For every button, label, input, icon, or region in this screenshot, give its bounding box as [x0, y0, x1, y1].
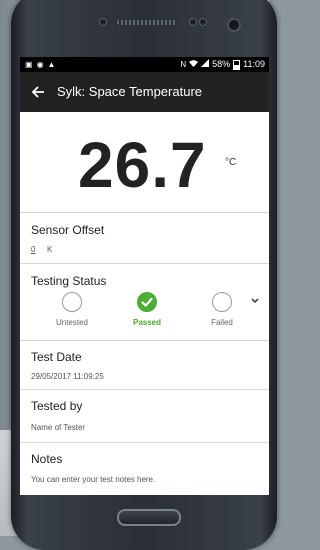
warning-notification-icon: ▲	[47, 60, 56, 69]
sync-notification-icon: ◉	[36, 60, 44, 69]
tested-by-section: Tested by Name of Tester	[20, 390, 269, 443]
check-icon	[137, 292, 157, 312]
untested-radio-icon	[62, 292, 82, 312]
chevron-down-icon	[251, 298, 259, 304]
passed-label: Passed	[132, 318, 162, 327]
tester-name-input[interactable]: Name of Tester	[31, 423, 85, 433]
sensor-dot	[189, 18, 197, 26]
notes-input[interactable]: You can enter your test notes here.	[31, 475, 155, 485]
testing-status-section: Testing Status Untested Passed Failed	[20, 264, 269, 341]
status-bar: ▣ ◉ ▲ N 58% 11:09	[20, 57, 269, 72]
test-date-label: Test Date	[31, 350, 82, 364]
back-button[interactable]	[26, 80, 50, 104]
sensor-dot	[99, 18, 107, 26]
status-time: 11:09	[243, 59, 265, 69]
page-title: Sylk: Space Temperature	[57, 84, 202, 99]
status-option-passed[interactable]: Passed	[117, 292, 177, 328]
status-option-failed[interactable]: Failed	[192, 292, 252, 328]
sensor-offset-unit: K	[47, 245, 53, 254]
test-date-value: 29/05/2017 11:09:25	[31, 372, 104, 381]
front-camera	[227, 18, 241, 32]
failed-radio-icon	[212, 292, 232, 312]
temperature-reading-panel: 26.7 °C	[20, 112, 269, 213]
nfc-icon: N	[180, 60, 187, 69]
battery-icon	[233, 59, 241, 70]
untested-label: Untested	[55, 318, 89, 327]
sensor-offset-label: Sensor Offset	[31, 223, 105, 237]
testing-status-label: Testing Status	[31, 274, 107, 288]
phone-screen: ▣ ◉ ▲ N 58% 11:09 Sylk: Space Temperatur…	[20, 57, 269, 495]
sensor-dot	[199, 18, 207, 26]
battery-percent: 58%	[212, 59, 231, 69]
app-bar: Sylk: Space Temperature	[20, 72, 269, 112]
failed-label: Failed	[211, 318, 233, 327]
image-notification-icon: ▣	[25, 60, 33, 69]
temperature-unit: °C	[225, 157, 237, 168]
notes-section: Notes You can enter your test notes here…	[20, 443, 269, 495]
temperature-value: 26.7	[78, 129, 207, 201]
home-button[interactable]	[117, 509, 181, 526]
tested-by-label: Tested by	[31, 399, 83, 413]
sensor-offset-section: Sensor Offset 0 K	[20, 213, 269, 264]
signal-icon	[201, 59, 210, 70]
wifi-icon	[189, 59, 199, 70]
notes-label: Notes	[31, 452, 63, 466]
back-arrow-icon	[31, 86, 44, 98]
test-date-section: Test Date 29/05/2017 11:09:25	[20, 341, 269, 390]
status-option-untested[interactable]: Untested	[42, 292, 102, 328]
sensor-offset-input[interactable]: 0	[31, 245, 35, 255]
status-right-icons: N 58% 11:09	[180, 59, 265, 70]
status-left-icons: ▣ ◉ ▲	[25, 59, 55, 70]
status-dropdown-button[interactable]	[248, 294, 262, 308]
earpiece-speaker	[117, 20, 177, 25]
